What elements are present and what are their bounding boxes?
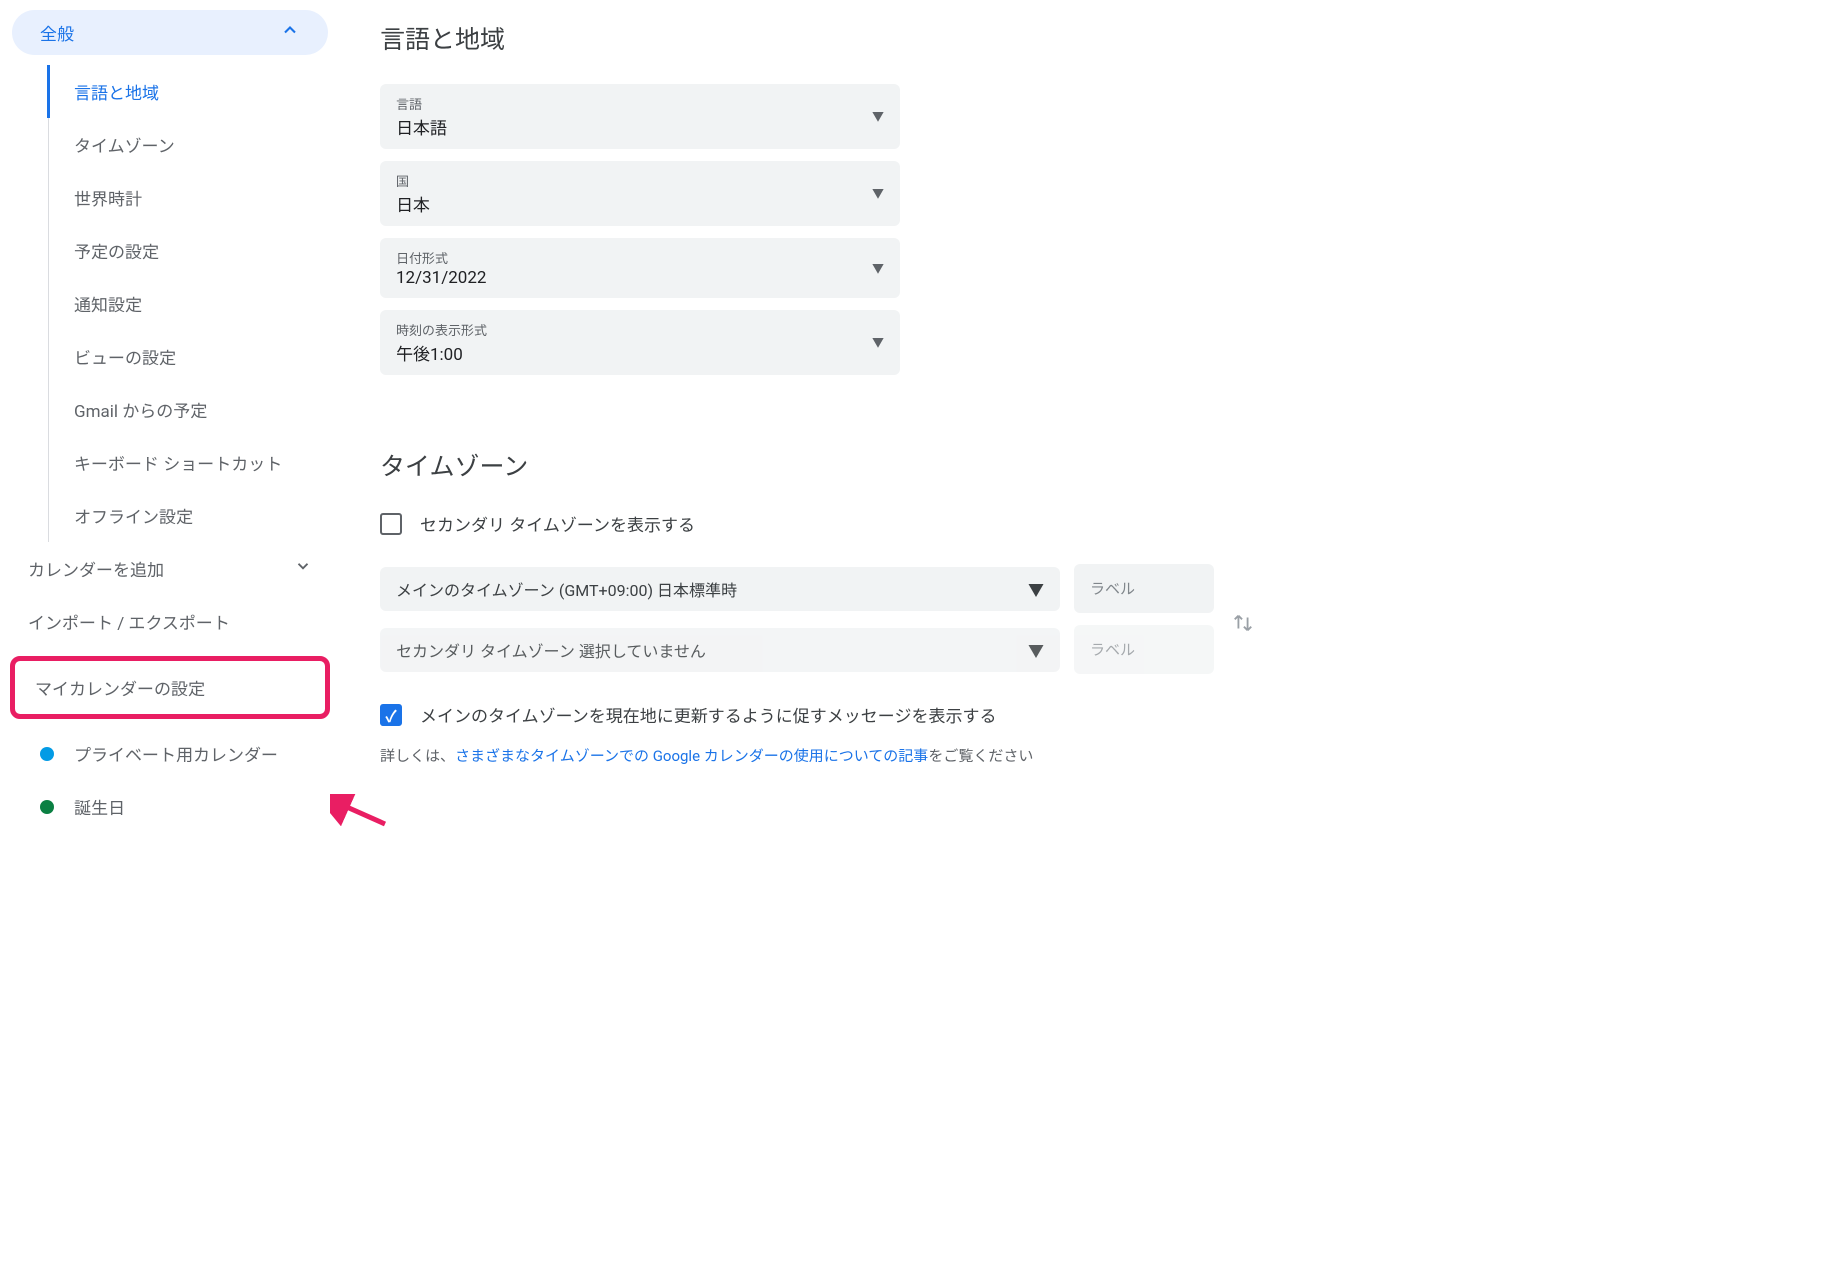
calendar-color-dot	[40, 747, 54, 761]
field-value: 日本語	[396, 114, 447, 139]
field-label: メインのタイムゾーン	[396, 581, 555, 600]
prompt-tz-update-row: メインのタイムゾーンを現在地に更新するように促すメッセージを表示する	[380, 702, 1260, 727]
sidebar-item-timezone[interactable]: タイムゾーン	[0, 118, 340, 171]
calendar-color-dot	[40, 800, 54, 814]
checkbox-label: メインのタイムゾーンを現在地に更新するように促すメッセージを表示する	[420, 702, 996, 727]
swap-timezones-icon[interactable]	[1226, 611, 1260, 639]
dropdown-caret-icon: ▼	[872, 334, 884, 351]
date-format-select[interactable]: 日付形式 12/31/2022 ▼	[380, 238, 900, 298]
chevron-down-icon	[294, 557, 312, 580]
dropdown-caret-icon: ▼	[872, 260, 884, 277]
show-secondary-tz-checkbox[interactable]	[380, 513, 402, 535]
sidebar-item-language-region[interactable]: 言語と地域	[0, 65, 340, 118]
sidebar-add-calendar[interactable]: カレンダーを追加	[0, 542, 340, 595]
sidebar-general-header[interactable]: 全般	[12, 10, 328, 55]
chevron-up-icon	[280, 20, 300, 45]
sidebar-calendar-private[interactable]: プライベート用カレンダー	[0, 727, 340, 780]
field-value: 日本	[396, 191, 430, 216]
sidebar-item-notification-settings[interactable]: 通知設定	[0, 277, 340, 330]
dropdown-caret-icon: ▼	[872, 108, 884, 125]
secondary-timezone-select[interactable]: セカンダリ タイムゾーン 選択していません ▼	[380, 628, 1060, 672]
main-timezone-label-input[interactable]: ラベル	[1074, 564, 1214, 613]
main-content: 言語と地域 言語 日本語 ▼ 国 日本 ▼ 日付形式 12/31/2022 ▼ …	[340, 0, 1300, 843]
field-value: (GMT+09:00) 日本標準時	[559, 581, 737, 600]
sidebar-import-export[interactable]: インポート / エクスポート	[0, 595, 340, 648]
section-title-language-region: 言語と地域	[380, 20, 1260, 56]
language-select[interactable]: 言語 日本語 ▼	[380, 84, 900, 149]
field-label: 国	[396, 171, 430, 190]
field-value: 12/31/2022	[396, 268, 486, 288]
sidebar-item-keyboard-shortcuts[interactable]: キーボード ショートカット	[0, 436, 340, 489]
dropdown-caret-icon: ▼	[872, 185, 884, 202]
sidebar-item-offline-settings[interactable]: オフライン設定	[0, 489, 340, 542]
time-format-select[interactable]: 時刻の表示形式 午後1:00 ▼	[380, 310, 900, 375]
show-secondary-tz-row: セカンダリ タイムゾーンを表示する	[380, 511, 1260, 536]
sidebar-item-gmail-events[interactable]: Gmail からの予定	[0, 383, 340, 436]
timezone-help-link[interactable]: さまざまなタイムゾーンでの Google カレンダーの使用についての記事	[455, 747, 928, 765]
field-placeholder: 選択していません	[579, 642, 706, 661]
settings-sidebar: 全般 言語と地域 タイムゾーン 世界時計 予定の設定 通知設定 ビューの設定 G…	[0, 0, 340, 843]
field-label: 時刻の表示形式	[396, 320, 487, 339]
sidebar-item-view-settings[interactable]: ビューの設定	[0, 330, 340, 383]
section-title-timezone: タイムゾーン	[380, 447, 1260, 483]
secondary-timezone-label-input[interactable]: ラベル	[1074, 625, 1214, 674]
field-label: セカンダリ タイムゾーン	[396, 642, 575, 661]
timezone-help-text: 詳しくは、さまざまなタイムゾーンでの Google カレンダーの使用についての記…	[380, 745, 1260, 766]
prompt-tz-update-checkbox[interactable]	[380, 704, 402, 726]
sidebar-general-label: 全般	[40, 20, 74, 45]
field-label: 日付形式	[396, 248, 486, 267]
field-label: 言語	[396, 94, 447, 113]
field-value: 午後1:00	[396, 340, 487, 365]
sidebar-my-calendar-settings[interactable]: マイカレンダーの設定	[10, 656, 330, 719]
dropdown-caret-icon: ▼	[1028, 577, 1044, 601]
sidebar-item-event-settings[interactable]: 予定の設定	[0, 224, 340, 277]
main-timezone-select[interactable]: メインのタイムゾーン (GMT+09:00) 日本標準時 ▼	[380, 567, 1060, 611]
country-select[interactable]: 国 日本 ▼	[380, 161, 900, 226]
sidebar-item-world-clock[interactable]: 世界時計	[0, 171, 340, 224]
dropdown-caret-icon: ▼	[1028, 638, 1044, 662]
sidebar-calendar-birthday[interactable]: 誕生日	[0, 780, 340, 833]
checkbox-label: セカンダリ タイムゾーンを表示する	[420, 511, 695, 536]
